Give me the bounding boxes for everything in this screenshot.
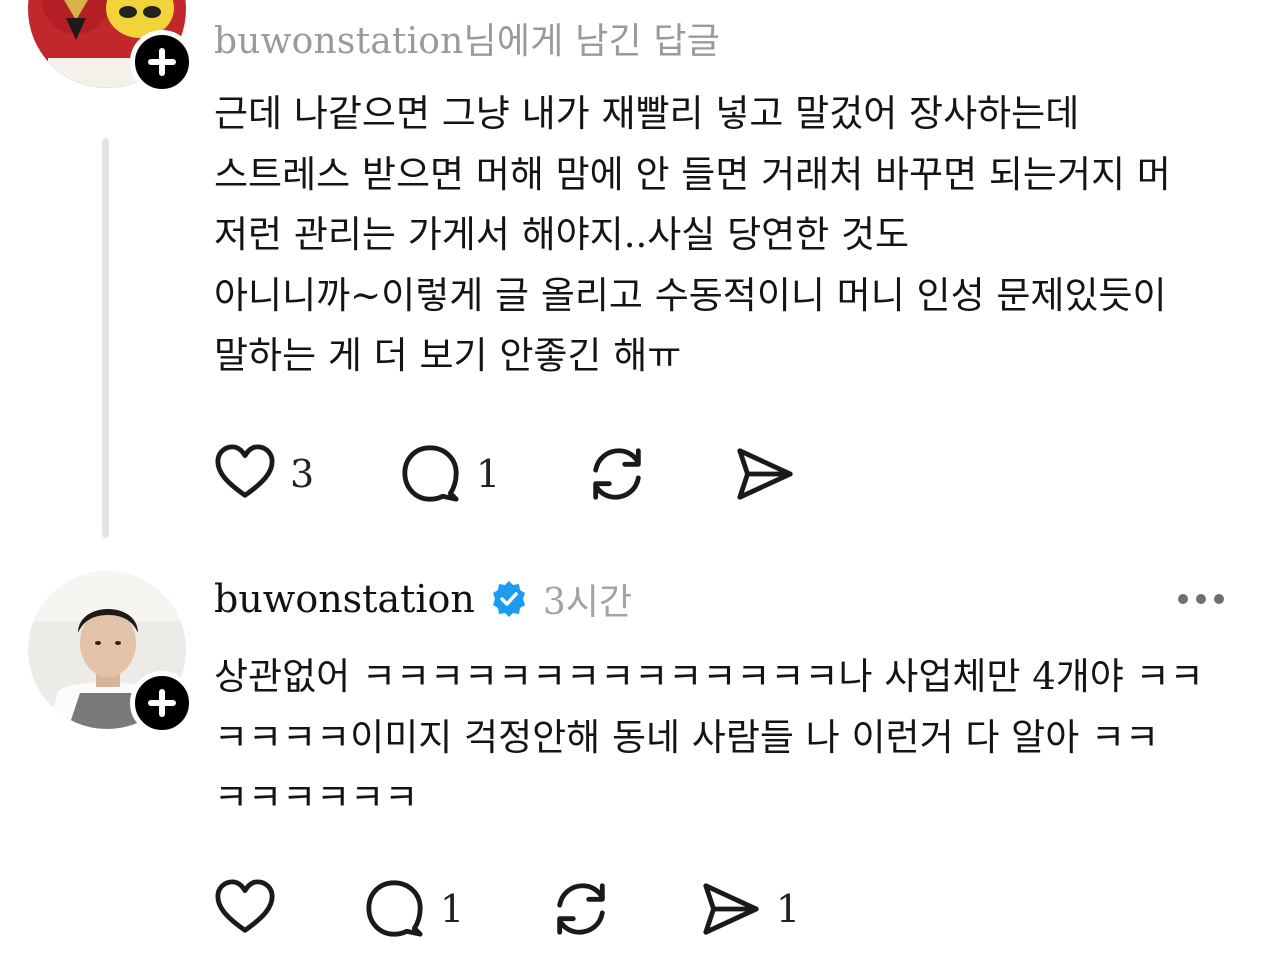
avatar-container [28, 0, 194, 94]
follow-button[interactable] [130, 671, 194, 735]
more-icon [1214, 594, 1224, 604]
share-button[interactable]: 1 [700, 877, 800, 941]
comment-button[interactable]: 1 [364, 877, 464, 941]
comment-bubble-icon [402, 445, 459, 502]
more-button[interactable] [1174, 588, 1228, 610]
verified-badge-icon [492, 581, 525, 617]
repost-icon [593, 448, 641, 500]
reply-to-label[interactable]: buwonstation님에게 남긴 답글 [214, 12, 720, 64]
post-time: 3시간 [542, 582, 633, 623]
repost-button[interactable] [586, 442, 648, 506]
post-header: buwonstation님에게 남긴 답글 [214, 10, 1228, 66]
comment-count: 1 [476, 452, 501, 496]
share-button[interactable] [734, 442, 796, 506]
reply-post: buwonstation님에게 남긴 답글 근데 나같으면 그냥 내가 재빨리 … [0, 0, 1280, 545]
repost-button[interactable] [550, 877, 612, 941]
send-icon [737, 448, 793, 500]
like-button[interactable] [214, 877, 290, 941]
comment-bubble-icon [366, 880, 423, 937]
more-icon [1178, 594, 1188, 604]
more-icon [1196, 594, 1206, 604]
heart-icon [215, 879, 275, 933]
avatar-container [28, 571, 194, 735]
plus-icon [148, 689, 176, 717]
like-count: 3 [290, 452, 315, 496]
username[interactable]: buwonstation [214, 577, 475, 621]
plus-icon [148, 48, 176, 76]
post-body: 상관없어 ㅋㅋㅋㅋㅋㅋㅋㅋㅋㅋㅋㅋㅋㅋ나 사업체만 4개야 ㅋㅋ ㅋㅋㅋㅋ이미지… [214, 655, 1204, 819]
comment-button[interactable]: 1 [400, 442, 500, 506]
share-count: 1 [776, 887, 801, 931]
post: buwonstation 3시간 상관없어 ㅋㅋㅋㅋㅋㅋㅋㅋㅋㅋㅋㅋㅋㅋ나 사업… [0, 545, 1280, 979]
action-bar: 1 1 [214, 877, 834, 941]
thread-line [102, 138, 109, 538]
comment-count: 1 [440, 887, 465, 931]
repost-icon [557, 883, 605, 935]
follow-button[interactable] [130, 30, 194, 94]
post-body: 근데 나같으면 그냥 내가 재빨리 넣고 말겄어 장사하는데 스트레스 받으면 … [214, 92, 1171, 377]
send-icon [703, 883, 759, 935]
post-header: buwonstation 3시간 [214, 571, 1228, 627]
action-bar: 3 1 [214, 442, 834, 506]
heart-icon [215, 444, 275, 498]
like-button[interactable]: 3 [214, 442, 314, 506]
